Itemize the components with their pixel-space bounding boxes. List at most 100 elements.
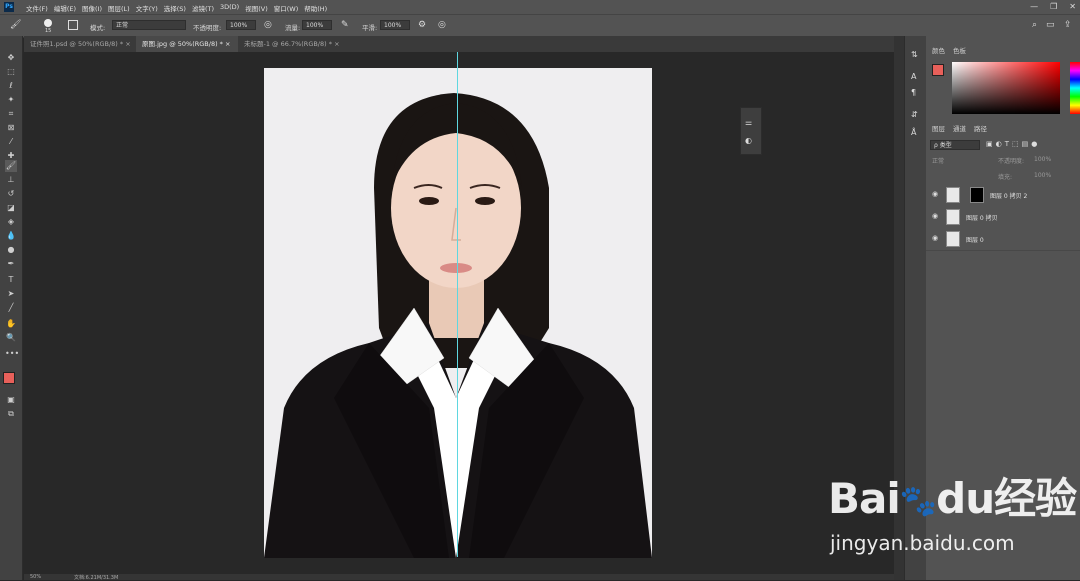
menu-3d[interactable]: 3D(D): [220, 3, 239, 13]
brush-size-label: 15: [45, 28, 52, 34]
tab-label: 证件照1.psd @ 50%(RGB/8) *: [30, 40, 124, 48]
glyphs-icon[interactable]: ⇵: [911, 110, 918, 119]
eyedropper-icon[interactable]: ⁄: [5, 136, 17, 148]
smooth-label: 平滑:: [362, 24, 378, 32]
crop-tool-icon[interactable]: ⌗: [5, 108, 17, 120]
workspace-icon[interactable]: ▭: [1046, 20, 1055, 30]
smooth-input[interactable]: 100%: [380, 20, 410, 30]
tab-paths[interactable]: 路径: [974, 123, 987, 133]
close-button[interactable]: ✕: [1069, 2, 1076, 11]
brush-tool-icon[interactable]: 🖌: [5, 160, 17, 172]
layer-name: 图层 0 拷贝 2: [990, 193, 1028, 200]
history-icon[interactable]: ⇅: [911, 50, 918, 59]
minimize-button[interactable]: —: [1030, 2, 1038, 11]
zoom-tool-icon[interactable]: 🔍: [5, 332, 17, 344]
pen-tool-icon[interactable]: ✒: [5, 258, 17, 270]
eye-icon[interactable]: ◉: [932, 212, 938, 220]
quick-mask-icon[interactable]: ▣: [5, 394, 17, 406]
eye-icon[interactable]: ◉: [932, 190, 938, 198]
layer-filter-icons[interactable]: ▣◐T⬚▤●: [986, 140, 1040, 148]
search-icon[interactable]: ⌕: [1032, 20, 1037, 30]
mode-select[interactable]: 正常: [112, 20, 186, 30]
character-icon[interactable]: A: [911, 72, 916, 81]
menu-file[interactable]: 文件(F): [26, 3, 48, 13]
menu-list: 文件(F) 编辑(E) 图像(I) 图层(L) 文字(Y) 选择(S) 滤镜(T…: [26, 3, 327, 13]
line-tool-icon[interactable]: ╱: [5, 302, 17, 314]
gear-icon[interactable]: ⚙: [418, 20, 426, 30]
marquee-tool-icon[interactable]: ⬚: [5, 66, 17, 78]
baidu-logo-text: Bai🐾du经验: [828, 474, 1077, 523]
layer-thumbnail: [946, 209, 960, 225]
tab-swatches[interactable]: 色板: [953, 45, 966, 55]
brush-tool-icon[interactable]: 🖌: [10, 20, 21, 30]
photoshop-logo: Ps: [4, 2, 14, 12]
tab-document-3[interactable]: 未标题-1 @ 66.7%(RGB/8) * ×: [238, 36, 348, 52]
contrast-icon[interactable]: ◐: [745, 136, 752, 145]
menu-select[interactable]: 选择(S): [164, 3, 186, 13]
brush-preset-icon[interactable]: [44, 19, 52, 27]
eye-icon[interactable]: ◉: [932, 234, 938, 242]
tab-color[interactable]: 颜色: [932, 45, 945, 55]
frame-tool-icon[interactable]: ⊠: [5, 122, 17, 134]
magic-wand-icon[interactable]: ✦: [5, 94, 17, 106]
document-photo[interactable]: [264, 68, 652, 558]
hand-tool-icon[interactable]: ✋: [5, 318, 17, 330]
foreground-color-chip[interactable]: [932, 64, 944, 76]
opacity-input[interactable]: 100%: [226, 20, 256, 30]
brush-panel-icon[interactable]: [68, 20, 78, 30]
eraser-icon[interactable]: ◪: [5, 202, 17, 214]
pressure-opacity-icon[interactable]: ◎: [264, 20, 272, 30]
menu-type[interactable]: 文字(Y): [136, 3, 158, 13]
properties-icon[interactable]: Å: [911, 128, 916, 137]
share-icon[interactable]: ⇪: [1064, 20, 1072, 30]
menu-view[interactable]: 视图(V): [245, 3, 268, 13]
adjustments-icon[interactable]: ⚌: [745, 118, 752, 127]
pressure-size-icon[interactable]: ◎: [438, 20, 446, 30]
vertical-guide-line[interactable]: [457, 52, 458, 557]
hue-slider[interactable]: [1070, 62, 1080, 114]
layers-panel-tabs: 图层 通道 路径: [932, 123, 987, 133]
tab-layers[interactable]: 图层: [932, 123, 945, 133]
zoom-level[interactable]: 50%: [30, 574, 41, 580]
tab-document-1[interactable]: 证件照1.psd @ 50%(RGB/8) * ×: [24, 36, 136, 52]
color-picker-field[interactable]: [952, 62, 1060, 114]
move-tool-icon[interactable]: ✥: [5, 52, 17, 64]
blur-tool-icon[interactable]: 💧: [5, 230, 17, 242]
menu-help[interactable]: 帮助(H): [304, 3, 327, 13]
layer-filter-select[interactable]: ρ 类型: [930, 140, 980, 150]
layer-mask-thumbnail[interactable]: [970, 187, 984, 203]
layer-blend-mode[interactable]: 正常: [932, 156, 944, 165]
menu-edit[interactable]: 编辑(E): [54, 3, 76, 13]
more-tools-icon[interactable]: •••: [5, 348, 19, 360]
tab-channels[interactable]: 通道: [953, 123, 966, 133]
paragraph-icon[interactable]: ¶: [911, 88, 916, 97]
restore-button[interactable]: ❐: [1050, 2, 1057, 11]
menu-layer[interactable]: 图层(L): [108, 3, 130, 13]
foreground-color-swatch[interactable]: [3, 372, 15, 384]
layer-opacity-input[interactable]: 100%: [1034, 156, 1051, 163]
clone-stamp-icon[interactable]: ⊥: [5, 174, 17, 186]
menu-filter[interactable]: 滤镜(T): [192, 3, 214, 13]
close-icon[interactable]: ×: [125, 40, 130, 48]
flow-input[interactable]: 100%: [302, 20, 332, 30]
mode-label: 模式:: [90, 24, 106, 32]
screen-mode-icon[interactable]: ⧉: [5, 408, 17, 420]
tools-panel: ✥ ⬚ ℓ ✦ ⌗ ⊠ ⁄ ✚ 🖌 ⊥ ↺ ◪ ◈ 💧 ● ✒ T ➤ ╱ ✋ …: [0, 36, 23, 580]
history-brush-icon[interactable]: ↺: [5, 188, 17, 200]
tab-document-2[interactable]: 原图.jpg @ 50%(RGB/8) * ×: [136, 36, 238, 52]
flow-label: 流量:: [285, 24, 301, 32]
layer-row[interactable]: ◉ 图层 0 拷贝 2: [926, 184, 1080, 207]
path-selection-icon[interactable]: ➤: [5, 288, 17, 300]
layer-fill-input[interactable]: 100%: [1034, 172, 1051, 179]
menu-window[interactable]: 窗口(W): [274, 3, 299, 13]
menu-image[interactable]: 图像(I): [82, 3, 102, 13]
layer-row[interactable]: ◉ 图层 0 拷贝: [926, 206, 1080, 229]
type-tool-icon[interactable]: T: [5, 274, 17, 286]
dodge-tool-icon[interactable]: ●: [5, 244, 17, 256]
close-icon[interactable]: ×: [225, 40, 230, 48]
layer-row[interactable]: ◉ 图层 0: [926, 228, 1080, 251]
close-icon[interactable]: ×: [334, 40, 339, 48]
paint-bucket-icon[interactable]: ◈: [5, 216, 17, 228]
lasso-tool-icon[interactable]: ℓ: [5, 80, 17, 92]
airbrush-icon[interactable]: ✎: [341, 20, 349, 30]
